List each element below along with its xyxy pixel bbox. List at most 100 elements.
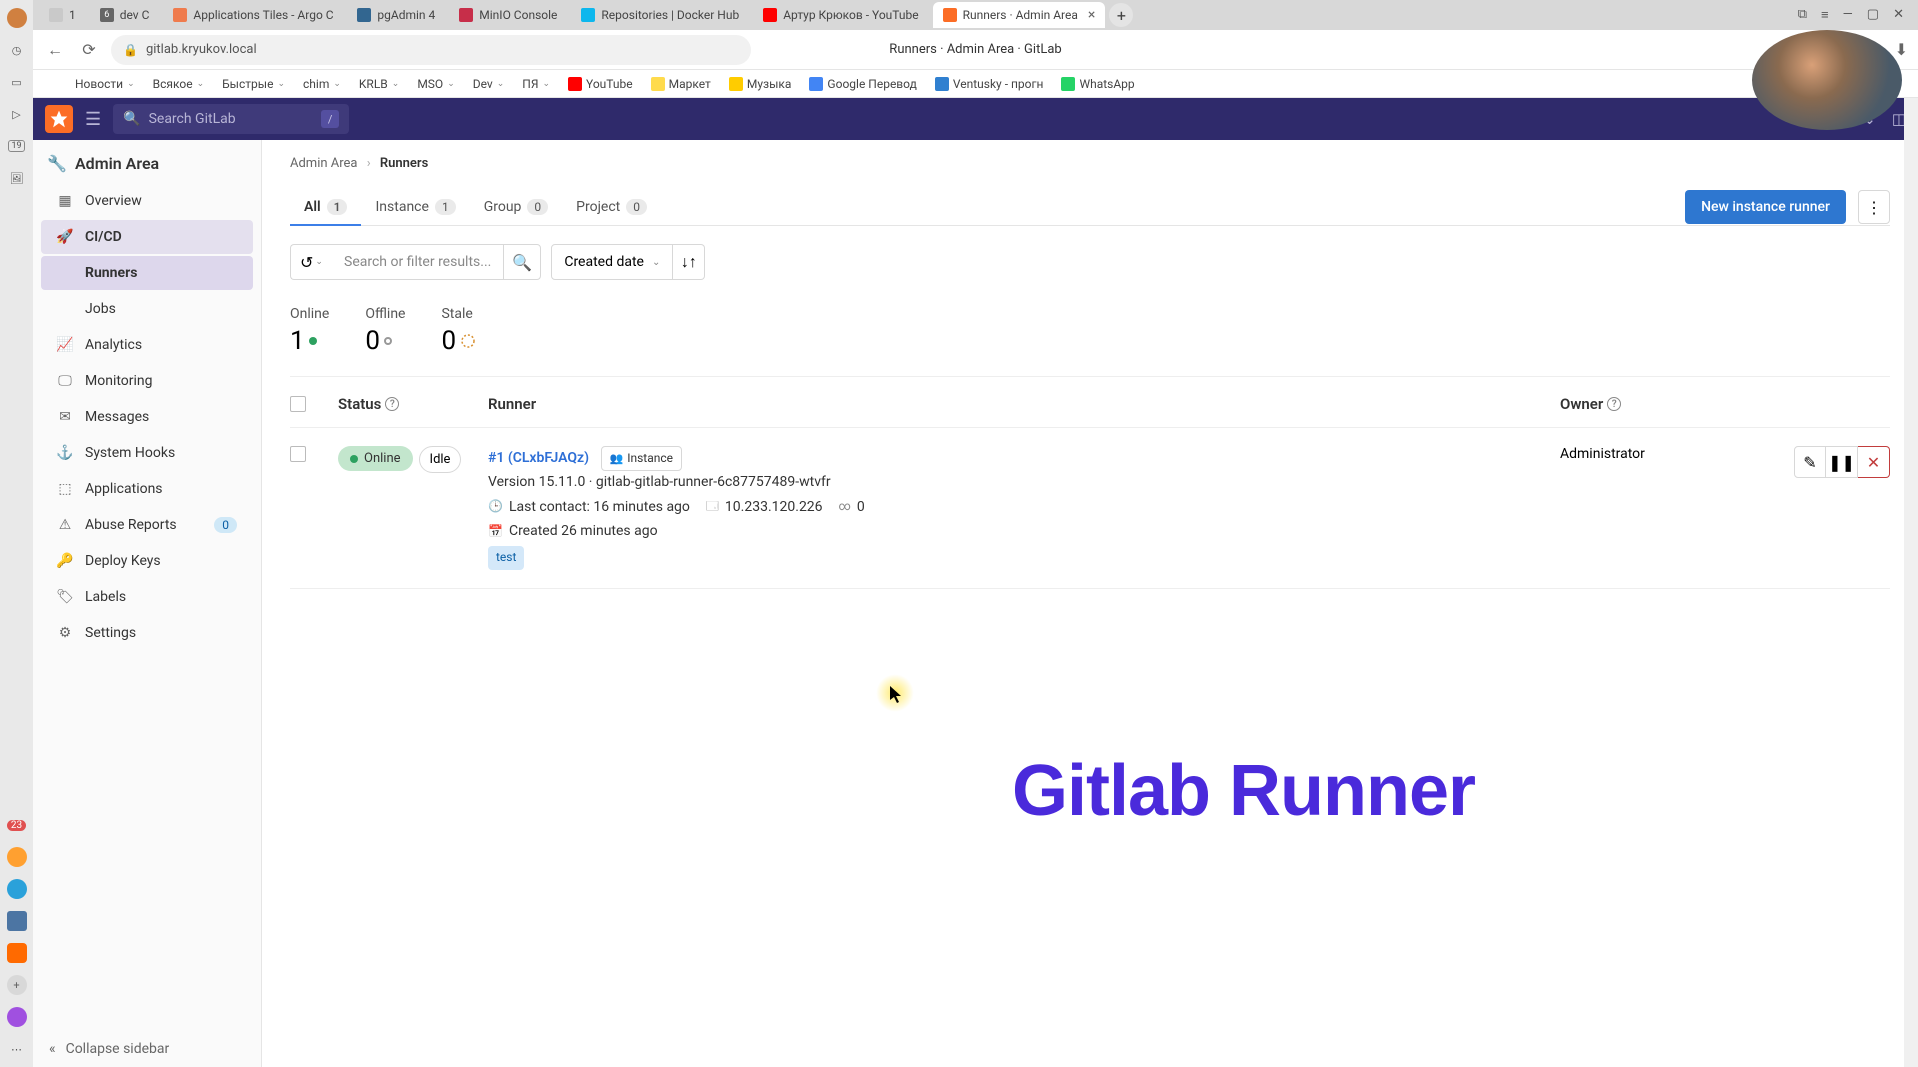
- reload-button[interactable]: ⟳: [77, 38, 101, 62]
- admin-icon: 🔧: [49, 156, 65, 172]
- pause-runner-button[interactable]: ❚❚: [1826, 446, 1858, 478]
- search-input[interactable]: 🔍 Search GitLab /: [113, 104, 349, 134]
- search-submit-button[interactable]: 🔍: [503, 244, 541, 280]
- sidebar-item-abuse[interactable]: ⚠Abuse Reports0: [41, 508, 253, 542]
- bookmark-folder[interactable]: chim⌄: [303, 77, 341, 91]
- sidebar-item-jobs[interactable]: Jobs: [41, 292, 253, 326]
- new-instance-runner-button[interactable]: New instance runner: [1685, 190, 1846, 224]
- sort-direction-button[interactable]: ↓↑: [673, 244, 705, 280]
- tab-project[interactable]: Project0: [562, 189, 661, 225]
- os-image-icon[interactable]: 🖼: [7, 168, 27, 188]
- os-telegram-icon[interactable]: [7, 879, 27, 899]
- sidebar-item-hooks[interactable]: ⚓System Hooks: [41, 436, 253, 470]
- sidebar-item-messages[interactable]: ✉Messages: [41, 400, 253, 434]
- bookmark-folder[interactable]: Всякое⌄: [153, 77, 204, 91]
- os-app2-icon[interactable]: [7, 847, 27, 867]
- browser-tab[interactable]: Applications Tiles - Argo C: [163, 2, 343, 28]
- os-assistant-icon[interactable]: [7, 1007, 27, 1027]
- bookmark-link[interactable]: Google Перевод: [809, 77, 916, 91]
- tab-instance[interactable]: Instance1: [361, 189, 469, 225]
- bookmark-link[interactable]: Ventusky - прогн: [935, 77, 1044, 91]
- os-more-icon[interactable]: ⋯: [7, 1039, 27, 1059]
- sidebar-item-monitoring[interactable]: 🖵Monitoring: [41, 364, 253, 398]
- lock-icon: 🔒: [123, 43, 138, 57]
- os-play-icon[interactable]: ▷: [7, 104, 27, 124]
- download-icon[interactable]: ⬇: [1895, 40, 1908, 59]
- sidebar-item-overview[interactable]: ▦Overview: [41, 184, 253, 218]
- delete-runner-button[interactable]: ✕: [1858, 446, 1890, 478]
- pencil-icon: ✎: [1803, 453, 1816, 472]
- sidebar-item-runners[interactable]: Runners: [41, 256, 253, 290]
- scrollbar[interactable]: [1904, 98, 1918, 1067]
- messages-icon: ✉: [57, 409, 73, 425]
- help-icon[interactable]: ?: [1607, 397, 1621, 411]
- bookmark-folder[interactable]: Новости⌄: [75, 77, 135, 91]
- tab-all[interactable]: All1: [290, 189, 361, 225]
- bookmark-folder[interactable]: Dev⌄: [473, 77, 505, 91]
- os-add-icon[interactable]: +: [7, 975, 27, 995]
- sidebar-item-applications[interactable]: ⬚Applications: [41, 472, 253, 506]
- url-input[interactable]: 🔒 gitlab.kryukov.local: [111, 35, 751, 65]
- browser-tab[interactable]: 1: [39, 2, 86, 28]
- menu-icon[interactable]: ≡: [1821, 7, 1829, 23]
- bookmark-folder[interactable]: Быстрые⌄: [222, 77, 285, 91]
- bookmark-folder[interactable]: MSO⌄: [417, 77, 454, 91]
- back-button[interactable]: ←: [43, 38, 67, 62]
- collapse-sidebar[interactable]: « Collapse sidebar: [49, 1041, 169, 1057]
- browser-tab[interactable]: Артур Крюков - YouTube: [753, 2, 928, 28]
- bookmark-folder[interactable]: KRLB⌄: [359, 77, 399, 91]
- sidebar-item-settings[interactable]: ⚙Settings: [41, 616, 253, 650]
- os-badge-icon[interactable]: 19: [7, 136, 27, 156]
- os-bookmark-icon[interactable]: ▭: [7, 72, 27, 92]
- bookmark-link[interactable]: YouTube: [568, 77, 633, 91]
- crumb-admin[interactable]: Admin Area: [290, 156, 358, 171]
- address-bar: ← ⟳ 🔒 gitlab.kryukov.local Runners · Adm…: [33, 30, 1918, 70]
- cursor-icon: [890, 686, 904, 708]
- browser-tab-active[interactable]: Runners · Admin Area×: [933, 2, 1106, 28]
- group-icon: 👥: [610, 450, 624, 468]
- runner-name-link[interactable]: #1 (CLxbFJAQz): [488, 450, 589, 466]
- bookmark-folder[interactable]: ПЯ⌄: [522, 77, 550, 91]
- os-vk-icon[interactable]: [7, 911, 27, 931]
- bookmark-link[interactable]: Маркет: [651, 77, 711, 91]
- close-icon[interactable]: ×: [1088, 7, 1095, 23]
- sidebar-item-cicd[interactable]: 🚀CI/CD: [41, 220, 253, 254]
- bookmark-link[interactable]: WhatsApp: [1061, 77, 1134, 91]
- os-notif-icon[interactable]: 23: [7, 815, 27, 835]
- chevron-left-icon: «: [49, 1041, 56, 1057]
- help-icon[interactable]: ?: [385, 397, 399, 411]
- os-clock-icon[interactable]: ◷: [7, 40, 27, 60]
- tab-group[interactable]: Group0: [470, 189, 562, 225]
- bookmark-link[interactable]: Музыка: [729, 77, 792, 91]
- sidebar-item-deploy-keys[interactable]: 🔑Deploy Keys: [41, 544, 253, 578]
- table-header: Status? Runner Owner?: [290, 377, 1890, 428]
- more-actions-button[interactable]: ⋮: [1858, 190, 1890, 224]
- select-all-checkbox[interactable]: [290, 396, 306, 412]
- sort-dropdown[interactable]: Created date⌄: [551, 244, 673, 280]
- minimize-icon[interactable]: —: [1843, 7, 1853, 23]
- main-wrapper: 1 6dev C Applications Tiles - Argo C pgA…: [33, 0, 1918, 1067]
- history-icon: ↺: [300, 253, 313, 272]
- edit-runner-button[interactable]: ✎: [1794, 446, 1826, 478]
- browser-tab[interactable]: Repositories | Docker Hub: [571, 2, 749, 28]
- browser-tab[interactable]: pgAdmin 4: [347, 2, 445, 28]
- filter-input[interactable]: Search or filter results...: [332, 244, 503, 280]
- os-app-icon[interactable]: [7, 8, 27, 28]
- calendar-icon: 📅: [488, 522, 503, 541]
- pause-icon: ❚❚: [1828, 453, 1855, 472]
- search-history-button[interactable]: ↺⌄: [290, 244, 332, 280]
- browser-tab[interactable]: MinIO Console: [449, 2, 567, 28]
- gitlab-logo[interactable]: [45, 105, 73, 133]
- runner-owner[interactable]: Administrator: [1560, 446, 1760, 570]
- hamburger-icon[interactable]: ☰: [85, 109, 101, 130]
- row-checkbox[interactable]: [290, 446, 306, 462]
- sidebar-item-labels[interactable]: 🏷Labels: [41, 580, 253, 614]
- sidebar-item-analytics[interactable]: 📈Analytics: [41, 328, 253, 362]
- panel-icon[interactable]: ⧉: [1798, 7, 1807, 23]
- os-app3-icon[interactable]: [7, 943, 27, 963]
- close-window-icon[interactable]: ✕: [1893, 7, 1904, 23]
- browser-tab[interactable]: 6dev C: [90, 2, 160, 28]
- labels-icon: 🏷: [57, 589, 73, 605]
- maximize-icon[interactable]: ▢: [1867, 7, 1879, 23]
- new-tab-button[interactable]: +: [1109, 3, 1133, 27]
